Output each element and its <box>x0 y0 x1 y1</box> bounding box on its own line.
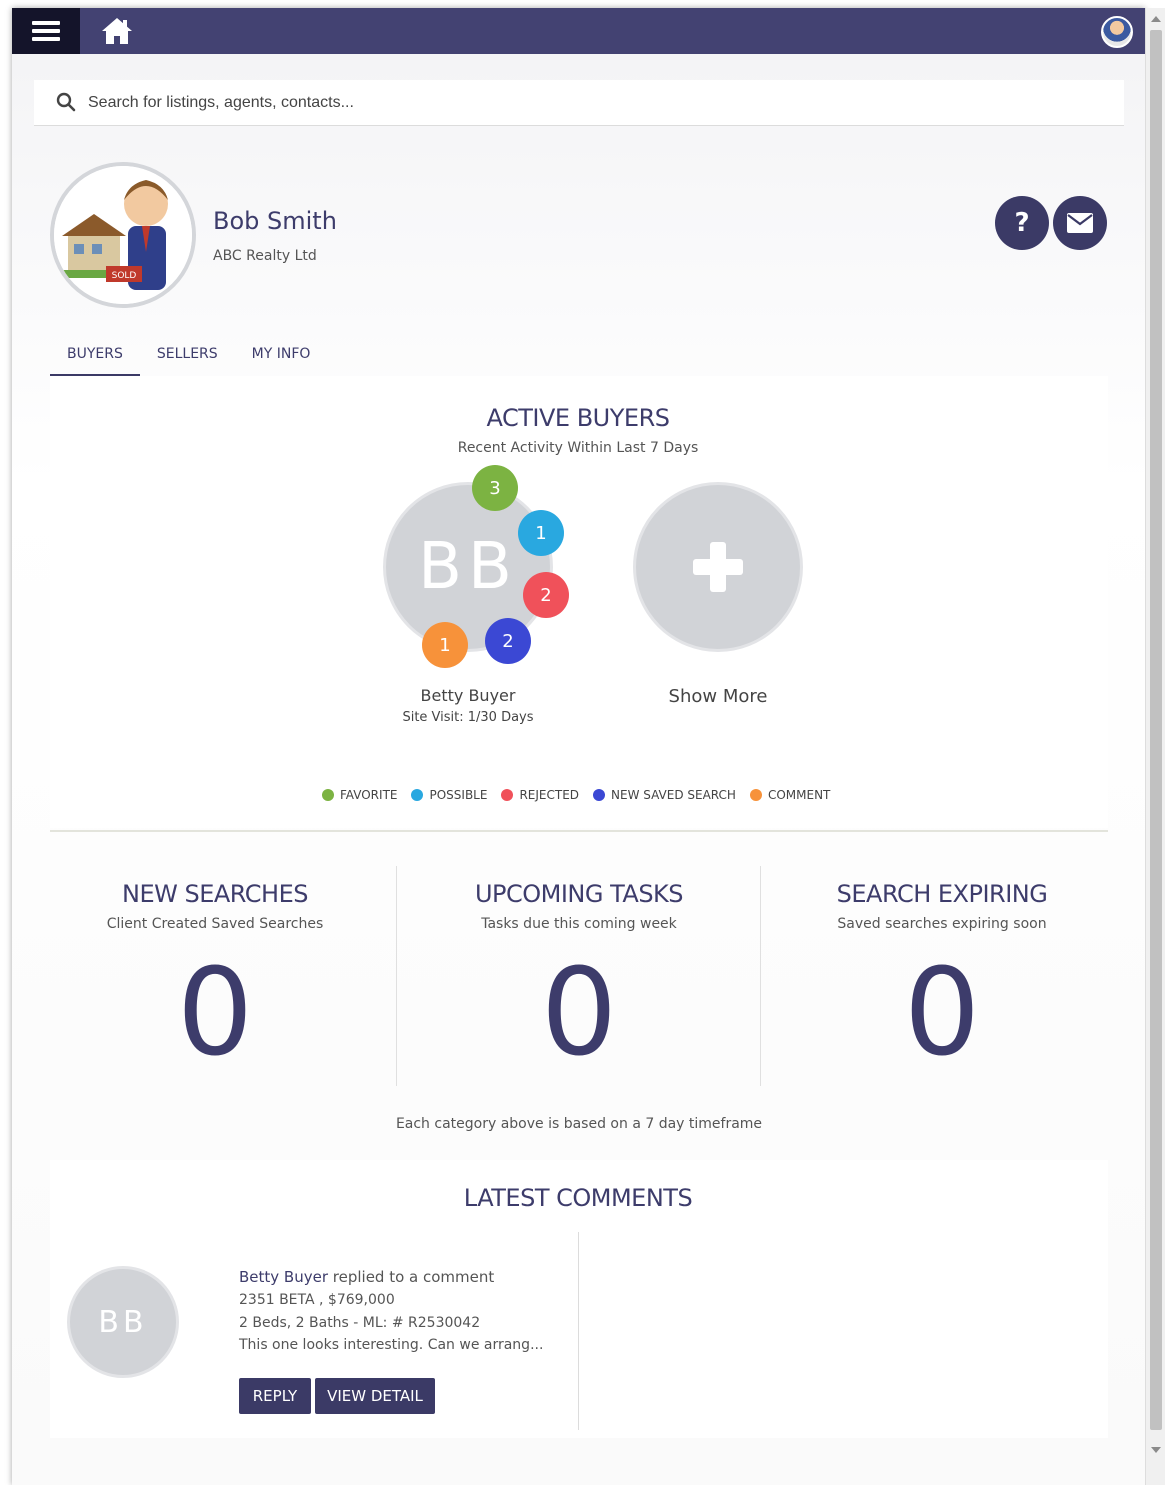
message-button[interactable] <box>1053 196 1107 250</box>
stat-new-searches[interactable]: NEW SEARCHES Client Created Saved Search… <box>43 866 387 1086</box>
hamburger-menu-button[interactable] <box>12 8 80 54</box>
stat-value: 0 <box>540 944 618 1083</box>
orange-dot-icon <box>749 789 762 801</box>
stat-value: 0 <box>903 944 981 1083</box>
svg-text:SOLD: SOLD <box>112 271 137 281</box>
show-more-label[interactable]: Show More <box>633 686 803 707</box>
vertical-scrollbar[interactable] <box>1145 8 1165 1485</box>
comment-action: replied to a comment <box>328 1268 495 1286</box>
tab-bar: BUYERS SELLERS MY INFO <box>50 340 327 378</box>
stat-subtitle: Client Created Saved Searches <box>106 916 324 932</box>
legend-item-favorite: FAVORITE <box>322 788 397 802</box>
agent-caricature-image: SOLD <box>54 166 192 304</box>
stat-subtitle: Tasks due this coming week <box>481 916 677 932</box>
comment-column-separator <box>578 1232 579 1430</box>
buyer-avatar-betty[interactable]: BB <box>383 482 553 652</box>
legend-label: POSSIBLE <box>429 788 488 802</box>
comment-header: Betty Buyer replied to a comment <box>239 1268 494 1286</box>
legend-item-new-saved-search: NEW SAVED SEARCH <box>593 788 736 802</box>
stat-upcoming-tasks[interactable]: UPCOMING TASKS Tasks due this coming wee… <box>407 866 751 1086</box>
search-input[interactable] <box>88 90 1088 116</box>
commenter-name[interactable]: Betty Buyer <box>239 1268 328 1286</box>
latest-comments-title: LATEST COMMENTS <box>463 1184 693 1212</box>
reply-button[interactable]: REPLY <box>239 1378 311 1414</box>
profile-company: ABC Realty Ltd <box>213 248 317 264</box>
new-saved-search-count-badge[interactable]: 2 <box>485 618 531 664</box>
timeframe-note: Each category above is based on a 7 day … <box>395 1116 763 1132</box>
blue-dot-icon <box>411 789 424 801</box>
legend-item-rejected: REJECTED <box>501 788 579 802</box>
top-navbar <box>12 8 1145 54</box>
scrollbar-thumb[interactable] <box>1150 30 1162 1430</box>
stat-subtitle: Saved searches expiring soon <box>837 916 1047 932</box>
stat-separator <box>760 866 761 1086</box>
buyer-initials: BB <box>418 530 518 604</box>
section-divider <box>50 830 1108 832</box>
search-icon <box>56 92 76 112</box>
stat-title: SEARCH EXPIRING <box>836 880 1048 908</box>
possible-count-badge[interactable]: 1 <box>518 510 564 556</box>
rejected-count-badge[interactable]: 2 <box>523 572 569 618</box>
legend-item-possible: POSSIBLE <box>411 788 487 802</box>
commenter-initials: BB <box>98 1304 148 1340</box>
stat-separator <box>396 866 397 1086</box>
stat-title: NEW SEARCHES <box>122 880 308 908</box>
tab-my-info[interactable]: MY INFO <box>235 340 328 377</box>
view-detail-button[interactable]: VIEW DETAIL <box>315 1378 435 1414</box>
user-avatar-button[interactable] <box>1101 16 1133 48</box>
tab-buyers[interactable]: BUYERS <box>50 340 140 377</box>
legend-label: COMMENT <box>767 788 831 802</box>
scroll-down-arrow-icon[interactable] <box>1151 1447 1161 1453</box>
comment-excerpt: This one looks interesting. Can we arran… <box>239 1337 544 1353</box>
buyer-name[interactable]: Betty Buyer <box>383 686 553 705</box>
hamburger-icon <box>32 17 60 45</box>
profile-avatar: SOLD <box>50 162 196 308</box>
indigo-dot-icon <box>593 789 606 801</box>
legend-label: FAVORITE <box>340 788 398 802</box>
tab-sellers[interactable]: SELLERS <box>140 340 235 377</box>
stat-title: UPCOMING TASKS <box>474 880 684 908</box>
comment-count-badge[interactable]: 1 <box>422 622 468 668</box>
stat-search-expiring[interactable]: SEARCH EXPIRING Saved searches expiring … <box>770 866 1114 1086</box>
commenter-avatar[interactable]: BB <box>67 1266 179 1378</box>
green-dot-icon <box>322 789 334 801</box>
legend-label: REJECTED <box>519 788 580 802</box>
buyer-site-visit: Site Visit: 1/30 Days <box>402 710 534 725</box>
show-more-button[interactable] <box>633 482 803 652</box>
red-dot-icon <box>501 789 514 801</box>
profile-name: Bob Smith <box>213 207 337 235</box>
scroll-up-arrow-icon[interactable] <box>1151 16 1161 22</box>
active-buyers-subtitle: Recent Activity Within Last 7 Days <box>457 440 699 456</box>
activity-legend: FAVORITE POSSIBLE REJECTED NEW SAVED SEA… <box>322 788 830 802</box>
favorite-count-badge[interactable]: 3 <box>472 465 518 511</box>
help-icon: ? <box>1014 208 1030 238</box>
active-buyers-title: ACTIVE BUYERS <box>486 404 670 432</box>
comment-listing-details: 2 Beds, 2 Baths - ML: # R2530042 <box>239 1315 481 1331</box>
legend-label: NEW SAVED SEARCH <box>611 788 736 802</box>
legend-item-comment: COMMENT <box>749 788 831 802</box>
search-bar <box>34 80 1124 126</box>
home-icon[interactable] <box>100 16 134 46</box>
help-button[interactable]: ? <box>995 196 1049 250</box>
comment-listing-address: 2351 BETA , $769,000 <box>239 1292 395 1308</box>
stat-value: 0 <box>176 944 254 1083</box>
plus-icon <box>693 542 743 592</box>
envelope-icon <box>1067 213 1093 233</box>
